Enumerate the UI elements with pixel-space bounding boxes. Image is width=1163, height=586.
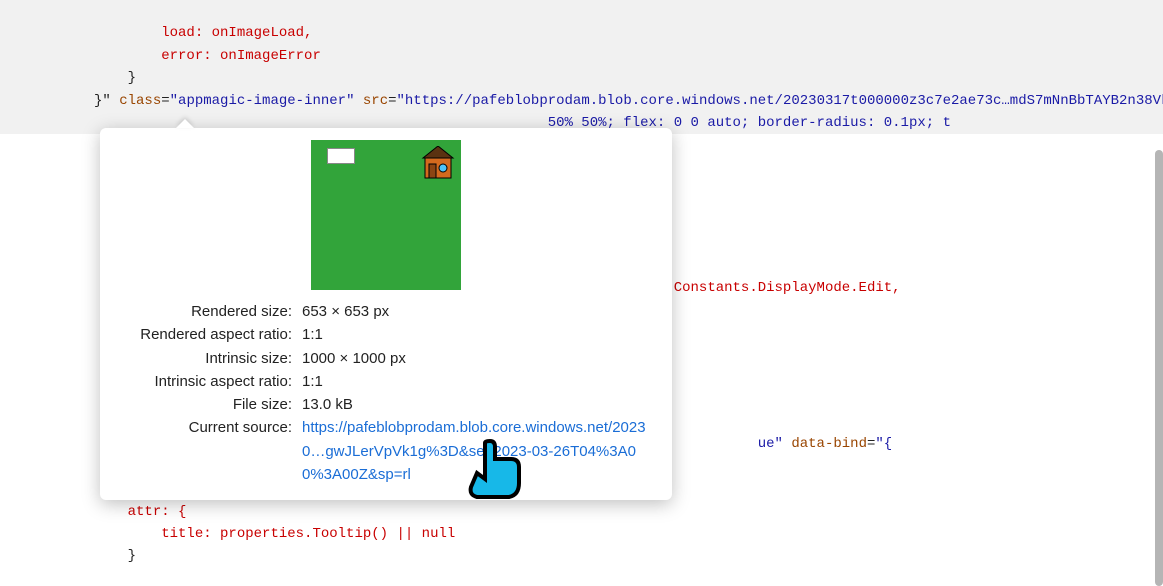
current-source-link[interactable]: https://pafeblobprodam.blob.core.windows… — [302, 419, 646, 483]
info-value: https://pafeblobprodam.blob.core.windows… — [302, 416, 656, 486]
info-label: Intrinsic size: — [116, 347, 302, 370]
info-value: 653 × 653 px — [302, 300, 656, 323]
info-row-rendered-ar: Rendered aspect ratio: 1:1 — [116, 323, 656, 346]
code-line — [10, 347, 18, 363]
code-line: load: onImageLoad, — [10, 25, 312, 41]
info-label: File size: — [116, 393, 302, 416]
code-line — [10, 369, 18, 385]
info-value: 13.0 kB — [302, 393, 656, 416]
image-preview-wrap — [116, 140, 656, 290]
code-line — [10, 325, 18, 341]
preview-white-rect — [327, 148, 355, 164]
info-value: 1:1 — [302, 370, 656, 393]
image-hover-tooltip: Rendered size: 653 × 653 px Rendered asp… — [100, 128, 672, 500]
code-line: title: properties.Tooltip() || null — [10, 526, 455, 542]
info-value: 1000 × 1000 px — [302, 347, 656, 370]
info-label: Intrinsic aspect ratio: — [116, 370, 302, 393]
code-line — [10, 459, 18, 475]
info-row-current-source: Current source: https://pafeblobprodam.b… — [116, 416, 656, 486]
image-preview — [311, 140, 461, 290]
info-row-intrinsic-size: Intrinsic size: 1000 × 1000 px — [116, 347, 656, 370]
code-line: attr: { — [10, 504, 186, 520]
code-line — [10, 481, 18, 497]
info-row-rendered-size: Rendered size: 653 × 653 px — [116, 300, 656, 323]
code-line — [10, 392, 18, 408]
info-label: Rendered aspect ratio: — [116, 323, 302, 346]
code-line: } — [10, 70, 136, 86]
house-icon — [421, 146, 455, 180]
info-label: Rendered size: — [116, 300, 302, 323]
info-row-file-size: File size: 13.0 kB — [116, 393, 656, 416]
code-line — [10, 302, 18, 318]
code-line — [10, 414, 18, 430]
info-label: Current source: — [116, 416, 302, 486]
scrollbar[interactable] — [1155, 150, 1163, 586]
code-line: } — [10, 548, 136, 564]
code-block-grey: load: onImageLoad, error: onImageError }… — [0, 0, 1163, 134]
code-line: error: onImageError — [10, 48, 321, 64]
info-value: 1:1 — [302, 323, 656, 346]
info-row-intrinsic-ar: Intrinsic aspect ratio: 1:1 — [116, 370, 656, 393]
code-line: }" class="appmagic-image-inner" src="htt… — [10, 93, 1163, 109]
